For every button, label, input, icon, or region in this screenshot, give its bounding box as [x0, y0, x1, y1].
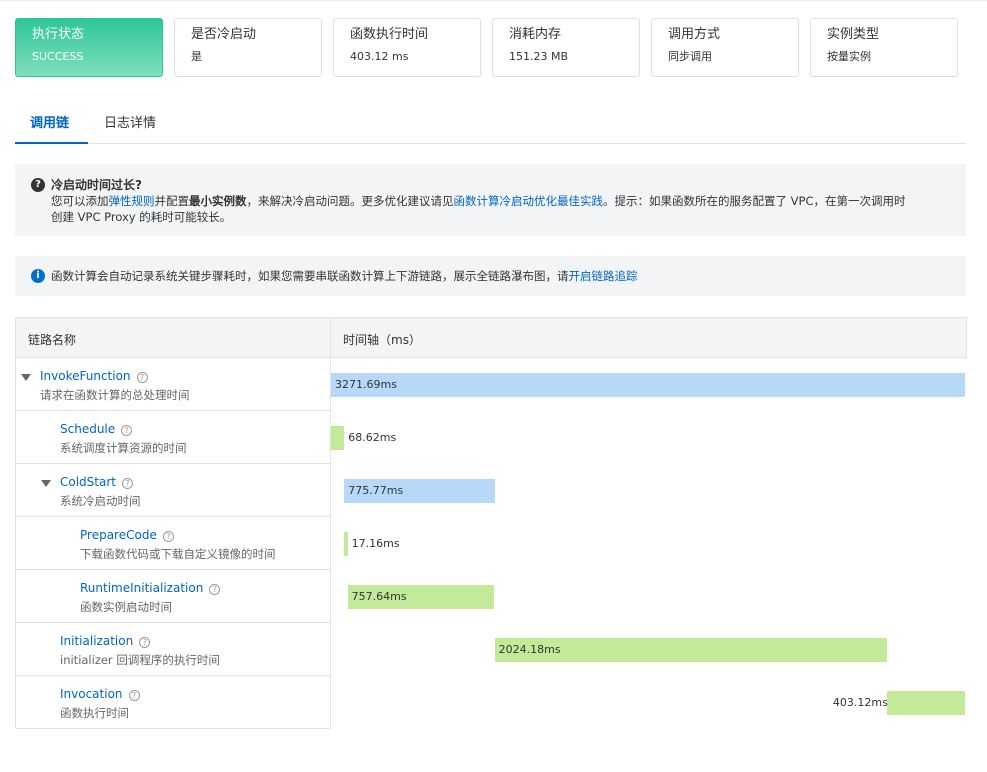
table-row[interactable]: Initialization? initializer 回调程序的执行时间	[16, 623, 331, 676]
coldstart-best-practice-link[interactable]: 函数计算冷启动优化最佳实践	[454, 194, 604, 208]
card-invoke-type[interactable]: 调用方式 同步调用	[651, 18, 799, 77]
tab-log-details[interactable]: 日志详情	[104, 112, 156, 131]
timeline-bar[interactable]	[331, 373, 965, 397]
notice-text: 函数计算会自动记录系统关键步骤耗时，如果您需要串联函数计算上下游链路，展示全链路…	[51, 269, 569, 283]
row-description: 系统调度计算资源的时间	[60, 441, 187, 455]
help-icon[interactable]: ?	[136, 372, 148, 383]
notice-title: 冷启动时间过长?	[51, 178, 142, 192]
notice-text: ，来解决冷启动问题。更多优化建议请见	[246, 194, 454, 208]
notice-body: 函数计算会自动记录系统关键步骤耗时，如果您需要串联函数计算上下游链路，展示全链路…	[51, 268, 961, 284]
coldstart-notice: ? 冷启动时间过长? 您可以添加弹性规则并配置最小实例数，来解决冷启动问题。更多…	[15, 164, 966, 236]
table-row[interactable]: ColdStart? 系统冷启动时间	[16, 464, 331, 517]
top-divider	[0, 0, 987, 1]
row-name[interactable]: InvokeFunction?	[40, 369, 148, 383]
stat-cards: 执行状态 SUCCESS 是否冷启动 是 函数执行时间 403.12 ms 消耗…	[15, 18, 958, 77]
collapse-caret-icon[interactable]	[21, 374, 31, 381]
bar-duration-label: 403.12ms	[832, 696, 888, 709]
table-row[interactable]: Schedule? 系统调度计算资源的时间	[16, 411, 331, 464]
row-description: 系统冷启动时间	[60, 494, 141, 508]
table-row[interactable]: Invocation? 函数执行时间	[16, 676, 331, 729]
bar-duration-label: 68.62ms	[348, 431, 397, 444]
min-instances-text: 最小实例数	[189, 194, 247, 208]
bar-duration-label: 775.77ms	[348, 484, 404, 497]
card-cold-start[interactable]: 是否冷启动 是	[174, 18, 322, 77]
notice-text: 。提示：如果函数所在的服务配置了 VPC，在第一次调用时	[603, 194, 906, 208]
row-name-text[interactable]: Initialization	[60, 634, 133, 648]
bar-duration-label: 17.16ms	[351, 537, 400, 550]
table-row[interactable]: PrepareCode? 下载函数代码或下载自定义镜像的时间	[16, 517, 331, 570]
trace-table: 链路名称 时间轴（ms） InvokeFunction? 请求在函数计算的总处理时…	[15, 317, 967, 729]
card-title: 调用方式	[668, 27, 721, 42]
help-icon[interactable]: ?	[209, 584, 221, 595]
row-description: 函数实例启动时间	[80, 600, 172, 614]
card-value: 同步调用	[668, 50, 712, 63]
card-value: 403.12 ms	[350, 50, 409, 63]
header-right-border	[966, 317, 967, 358]
row-name-text[interactable]: Invocation	[60, 687, 123, 701]
tab-call-chain[interactable]: 调用链	[30, 112, 69, 131]
active-tab-indicator	[15, 142, 88, 144]
column-header-name: 链路名称	[28, 333, 77, 347]
row-description: initializer 回调程序的执行时间	[60, 653, 220, 667]
notice-text: 创建 VPC Proxy 的耗时可能较长。	[51, 210, 232, 224]
bar-duration-label: 757.64ms	[351, 590, 407, 603]
notice-text: 并配置	[154, 194, 190, 208]
row-name[interactable]: ColdStart?	[60, 475, 133, 489]
collapse-caret-icon[interactable]	[41, 480, 51, 487]
row-name[interactable]: Invocation?	[60, 687, 140, 701]
card-value: 151.23 MB	[509, 50, 569, 63]
tab-bar: 调用链 日志详情	[15, 100, 966, 144]
card-value: 是	[191, 50, 202, 63]
table-header: 链路名称 时间轴（ms）	[16, 317, 967, 358]
timeline-bar[interactable]	[331, 426, 345, 450]
notice-text: 您可以添加	[51, 194, 109, 208]
card-memory[interactable]: 消耗内存 151.23 MB	[492, 18, 640, 77]
question-icon: ?	[31, 178, 45, 192]
card-title: 是否冷启动	[191, 27, 257, 42]
card-execution-status[interactable]: 执行状态 SUCCESS	[15, 18, 163, 77]
bar-duration-label: 2024.18ms	[498, 643, 561, 656]
table-row[interactable]: InvokeFunction? 请求在函数计算的总处理时间	[16, 358, 331, 411]
row-name[interactable]: Schedule?	[60, 422, 133, 436]
help-icon[interactable]: ?	[139, 637, 151, 648]
table-row[interactable]: RuntimeInitialization? 函数实例启动时间	[16, 570, 331, 623]
card-instance-type[interactable]: 实例类型 按量实例	[810, 18, 958, 77]
row-name-text[interactable]: PrepareCode	[80, 528, 157, 542]
row-description: 函数执行时间	[60, 706, 129, 720]
row-name[interactable]: Initialization?	[60, 634, 151, 648]
card-execution-time[interactable]: 函数执行时间 403.12 ms	[333, 18, 481, 77]
row-description: 请求在函数计算的总处理时间	[40, 388, 190, 402]
bar-duration-label: 3271.69ms	[335, 378, 397, 391]
row-name-text[interactable]: Schedule	[60, 422, 115, 436]
card-value: SUCCESS	[32, 50, 84, 63]
row-name-text[interactable]: RuntimeInitialization	[80, 581, 203, 595]
elastic-rules-link[interactable]: 弹性规则	[109, 194, 155, 208]
card-title: 执行状态	[32, 27, 85, 42]
row-name-text[interactable]: InvokeFunction	[40, 369, 131, 383]
info-icon: i	[31, 269, 45, 283]
notice-body: 您可以添加弹性规则并配置最小实例数，来解决冷启动问题。更多优化建议请见函数计算冷…	[51, 193, 961, 225]
card-title: 实例类型	[827, 27, 880, 42]
help-icon[interactable]: ?	[121, 425, 133, 436]
timeline-bar[interactable]	[344, 532, 348, 556]
timeline-bar[interactable]	[886, 691, 965, 715]
row-description: 下载函数代码或下载自定义镜像的时间	[80, 547, 276, 561]
card-title: 消耗内存	[509, 27, 562, 42]
row-name[interactable]: RuntimeInitialization?	[80, 581, 221, 595]
help-icon[interactable]: ?	[122, 478, 133, 489]
enable-tracing-link[interactable]: 开启链路追踪	[569, 269, 638, 283]
card-value: 按量实例	[827, 50, 871, 63]
trace-notice: i 函数计算会自动记录系统关键步骤耗时，如果您需要串联函数计算上下游链路，展示全…	[15, 256, 966, 296]
help-icon[interactable]: ?	[162, 531, 174, 542]
column-header-timeline: 时间轴（ms）	[343, 333, 421, 347]
card-title: 函数执行时间	[350, 27, 429, 42]
row-name-text[interactable]: ColdStart	[60, 475, 116, 489]
row-name[interactable]: PrepareCode?	[80, 528, 174, 542]
help-icon[interactable]: ?	[128, 690, 140, 701]
